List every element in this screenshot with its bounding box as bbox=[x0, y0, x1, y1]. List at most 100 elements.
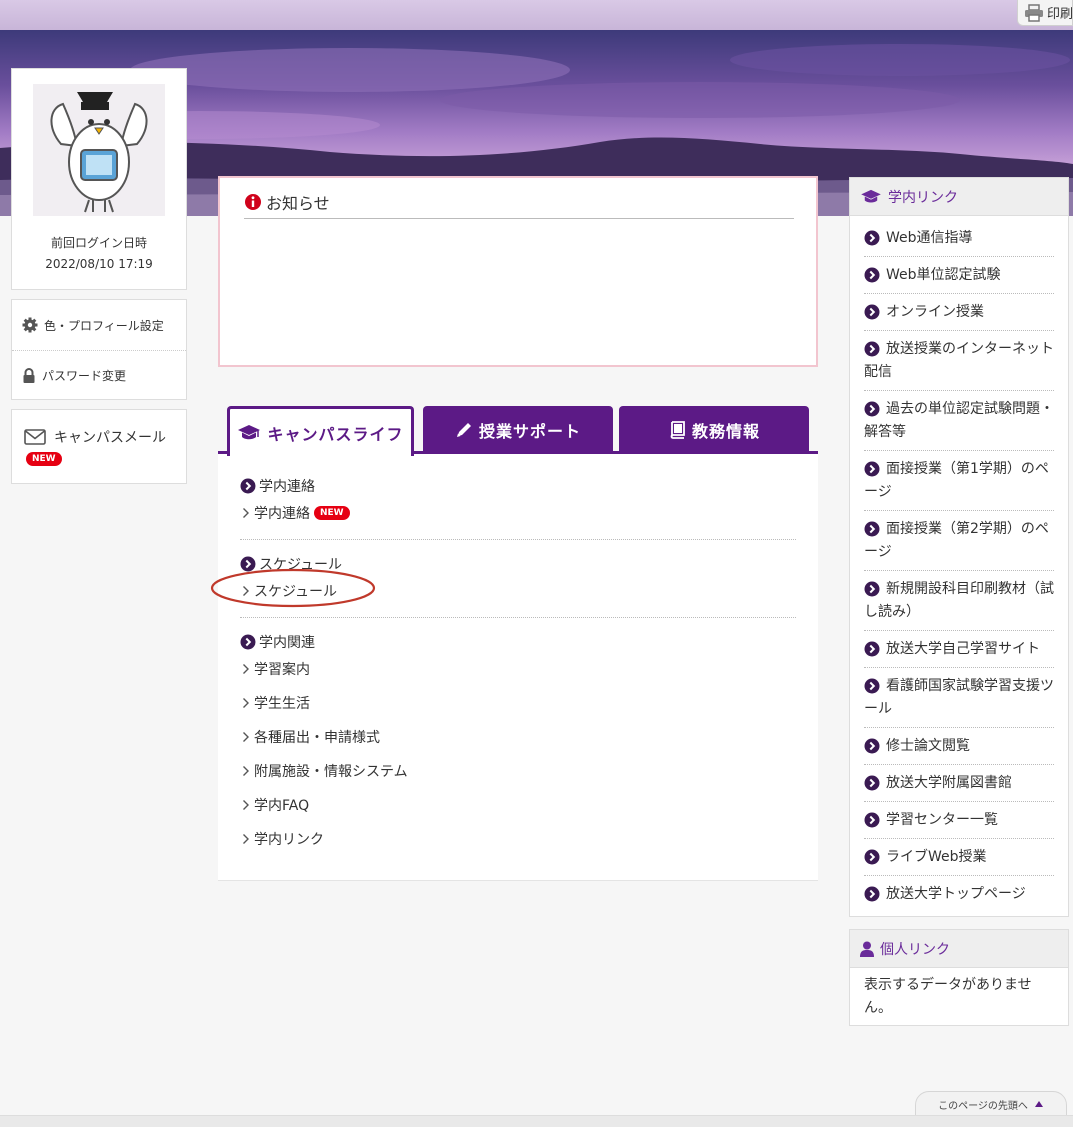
settings-card: 色・プロフィール設定 パスワード変更 bbox=[11, 299, 187, 400]
campus-link-item[interactable]: 看護師国家試験学習支援ツール bbox=[864, 668, 1054, 728]
link-student-life[interactable]: 学生生活 bbox=[240, 686, 796, 720]
chevron-circle-icon bbox=[240, 634, 256, 650]
campus-link-label: Web通信指導 bbox=[886, 230, 973, 246]
campus-link-item[interactable]: 放送大学附属図書館 bbox=[864, 765, 1054, 802]
mascot-avatar bbox=[33, 84, 165, 216]
campus-links-card: 学内リンク Web通信指導 Web単位認定試験 オンライン授業 放送授業のインターネッ… bbox=[849, 177, 1069, 917]
chevron-circle-icon bbox=[864, 678, 880, 694]
chevron-right-icon bbox=[243, 698, 249, 708]
user-icon bbox=[860, 941, 874, 957]
divider bbox=[240, 617, 796, 618]
campus-link-item[interactable]: 面接授業（第1学期）のページ bbox=[864, 451, 1054, 511]
section-title: スケジュール bbox=[240, 554, 796, 574]
campus-link-label: Web単位認定試験 bbox=[886, 267, 1001, 283]
last-login-date: 2022/08/10 17:19 bbox=[45, 257, 153, 271]
link-study-guide[interactable]: 学習案内 bbox=[240, 652, 796, 686]
campus-link-item[interactable]: 面接授業（第2学期）のページ bbox=[864, 511, 1054, 571]
campus-links-list: Web通信指導 Web単位認定試験 オンライン授業放送授業のインターネット配信 過去の… bbox=[850, 216, 1068, 912]
print-button[interactable]: 印刷 bbox=[1017, 0, 1073, 26]
chevron-circle-icon bbox=[240, 556, 256, 572]
pencil-icon bbox=[456, 423, 471, 437]
chevron-right-icon bbox=[243, 732, 249, 742]
book-icon bbox=[670, 421, 685, 439]
password-label: パスワード変更 bbox=[42, 369, 127, 383]
notice-panel: お知らせ bbox=[218, 176, 818, 367]
link-campus-contact[interactable]: 学内連絡 NEW bbox=[240, 496, 796, 530]
profile-card: 前回ログイン日時 2022/08/10 17:19 bbox=[11, 68, 187, 290]
chevron-circle-icon bbox=[864, 461, 880, 477]
campus-link-label: ライブWeb授業 bbox=[886, 849, 987, 865]
campus-link-item[interactable]: オンライン授業 bbox=[864, 294, 1054, 331]
campus-link-item[interactable]: Web単位認定試験 bbox=[864, 257, 1054, 294]
chevron-circle-icon bbox=[240, 478, 256, 494]
chevron-circle-icon bbox=[864, 738, 880, 754]
personal-links-empty: 表示するデータがありません。 bbox=[864, 977, 1032, 1016]
footer-bar bbox=[0, 1115, 1073, 1127]
campus-link-label: 放送授業のインターネット配信 bbox=[864, 341, 1054, 380]
new-badge: NEW bbox=[314, 506, 350, 520]
campus-link-label: 放送大学自己学習サイト bbox=[886, 641, 1040, 657]
campus-link-label: オンライン授業 bbox=[886, 304, 984, 320]
info-icon bbox=[245, 194, 261, 210]
graduation-cap-icon bbox=[238, 424, 261, 439]
campus-link-item[interactable]: ライブWeb授業 bbox=[864, 839, 1054, 876]
chevron-right-icon bbox=[243, 834, 249, 844]
chevron-circle-icon bbox=[864, 521, 880, 537]
chevron-right-icon bbox=[243, 508, 249, 518]
section-schedule: スケジュール スケジュール bbox=[240, 554, 796, 608]
notice-title: お知らせ bbox=[244, 186, 794, 219]
link-schedule[interactable]: スケジュール bbox=[240, 574, 796, 608]
campus-link-item[interactable]: 学習センター一覧 bbox=[864, 802, 1054, 839]
lock-icon bbox=[23, 367, 35, 383]
chevron-circle-icon bbox=[864, 641, 880, 657]
link-facilities[interactable]: 附属施設・情報システム bbox=[240, 754, 796, 788]
password-change-link[interactable]: パスワード変更 bbox=[12, 350, 186, 400]
section-campus-contact: 学内連絡 学内連絡 NEW bbox=[240, 476, 796, 530]
chevron-right-icon bbox=[243, 766, 249, 776]
campus-link-label: 面接授業（第2学期）のページ bbox=[864, 521, 1049, 560]
main-tabs: キャンパスライフ 授業サポート 教務情報 bbox=[218, 404, 818, 456]
campus-link-label: 面接授業（第1学期）のページ bbox=[864, 461, 1049, 500]
chevron-circle-icon bbox=[864, 886, 880, 902]
gear-icon bbox=[22, 317, 38, 333]
campus-link-item[interactable]: 放送授業のインターネット配信 bbox=[864, 331, 1054, 391]
campus-link-label: 修士論文閲覧 bbox=[886, 738, 970, 754]
tab-academic-info[interactable]: 教務情報 bbox=[619, 406, 809, 454]
tab-campus-life[interactable]: キャンパスライフ bbox=[227, 406, 414, 456]
link-campus-links[interactable]: 学内リンク bbox=[240, 822, 796, 856]
chevron-circle-icon bbox=[864, 775, 880, 791]
divider bbox=[240, 539, 796, 540]
chevron-circle-icon bbox=[864, 849, 880, 865]
chevron-circle-icon bbox=[864, 581, 880, 597]
color-profile-settings-link[interactable]: 色・プロフィール設定 bbox=[12, 300, 186, 350]
link-forms[interactable]: 各種届出・申請様式 bbox=[240, 720, 796, 754]
tab-class-support[interactable]: 授業サポート bbox=[423, 406, 613, 454]
chevron-circle-icon bbox=[864, 267, 880, 283]
personal-links-card: 個人リンク 表示するデータがありません。 bbox=[849, 929, 1069, 1026]
chevron-circle-icon bbox=[864, 341, 880, 357]
campus-link-item[interactable]: 修士論文閲覧 bbox=[864, 728, 1054, 765]
link-faq[interactable]: 学内FAQ bbox=[240, 788, 796, 822]
chevron-right-icon bbox=[243, 800, 249, 810]
campus-mail-label: キャンパスメール bbox=[54, 430, 166, 446]
chevron-circle-icon bbox=[864, 230, 880, 246]
campus-link-item[interactable]: 新規開設科目印刷教材（試し読み） bbox=[864, 571, 1054, 631]
campus-life-panel: 学内連絡 学内連絡 NEW スケジュール スケジュール 学内関連 学習案内 学生… bbox=[218, 454, 818, 881]
campus-link-item[interactable]: 放送大学自己学習サイト bbox=[864, 631, 1054, 668]
chevron-circle-icon bbox=[864, 304, 880, 320]
chevron-right-icon bbox=[243, 586, 249, 596]
campus-link-item[interactable]: 過去の単位認定試験問題・解答等 bbox=[864, 391, 1054, 451]
color-profile-label: 色・プロフィール設定 bbox=[44, 318, 164, 333]
last-login-label: 前回ログイン日時 bbox=[50, 236, 147, 250]
campus-link-label: 放送大学トップページ bbox=[886, 886, 1026, 902]
print-label: 印刷 bbox=[1047, 7, 1073, 22]
campus-link-label: 放送大学附属図書館 bbox=[886, 775, 1012, 791]
campus-mail-card[interactable]: キャンパスメール NEW bbox=[11, 409, 187, 484]
campus-link-item[interactable]: 放送大学トップページ bbox=[864, 876, 1054, 912]
campus-link-item[interactable]: Web通信指導 bbox=[864, 220, 1054, 257]
personal-links-title: 個人リンク bbox=[850, 930, 1068, 968]
campus-link-label: 過去の単位認定試験問題・解答等 bbox=[864, 401, 1054, 440]
section-title: 学内連絡 bbox=[240, 476, 796, 496]
chevron-circle-icon bbox=[864, 401, 880, 417]
page-top-button[interactable]: このページの先頭へ bbox=[915, 1091, 1067, 1117]
